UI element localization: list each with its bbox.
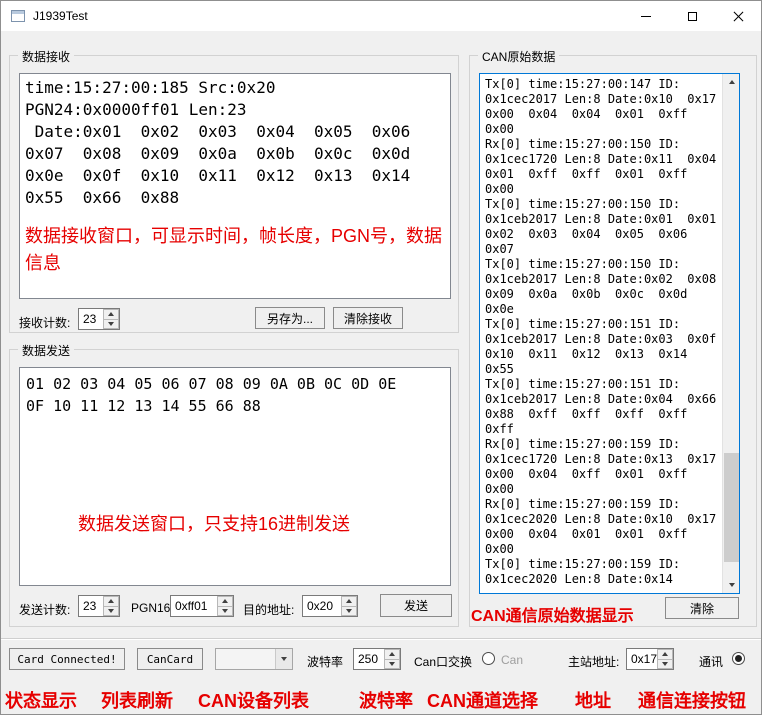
minimize-button[interactable] (623, 1, 669, 31)
annotation-refresh: 列表刷新 (101, 691, 173, 711)
save-as-button[interactable]: 另存为... (255, 307, 325, 329)
window-title: J1939Test (33, 9, 88, 23)
master-address-spinner[interactable]: 0x17 (626, 648, 674, 670)
card-status-button[interactable]: Card Connected! (9, 648, 125, 670)
receive-group: 数据接收 time:15:27:00:185 Src:0x20 PGN24:0x… (9, 48, 459, 333)
spin-down-icon[interactable] (657, 659, 673, 669)
raw-data-display[interactable]: Tx[0] time:15:27:00:147 ID: 0x1cec2017 L… (479, 73, 740, 594)
raw-scrollbar[interactable] (722, 74, 739, 593)
maximize-icon (687, 11, 697, 21)
raw-group-title: CAN原始数据 (478, 48, 560, 65)
send-annotation: 数据发送窗口，只支持16进制发送 (78, 514, 351, 534)
send-text: 01 02 03 04 05 06 07 08 09 0A 0B 0C 0D 0… (26, 375, 397, 415)
close-icon (733, 11, 744, 22)
send-group-title: 数据发送 (18, 342, 75, 359)
comm-connect-radio[interactable] (732, 652, 745, 665)
spin-up-icon[interactable] (103, 309, 119, 320)
can-channel-radio[interactable] (482, 652, 495, 665)
can-option-label: Can (501, 653, 524, 667)
annotation-device-list: CAN设备列表 (198, 691, 309, 711)
dest-address-label: 目的地址: (243, 603, 295, 617)
receive-group-title: 数据接收 (18, 48, 75, 65)
pgn-value: 0xff01 (175, 599, 208, 613)
spin-up-icon[interactable] (384, 649, 400, 660)
window-controls (623, 1, 761, 31)
receive-count-value: 23 (83, 312, 97, 326)
scrollbar-thumb[interactable] (724, 452, 739, 562)
dest-address-value: 0x20 (307, 599, 334, 613)
scroll-down-icon[interactable] (723, 577, 739, 593)
can-channel-label: Can口交换 (414, 655, 473, 669)
maximize-button[interactable] (669, 1, 715, 31)
annotation-status: 状态显示 (5, 691, 77, 711)
pgn-label: PGN16 (131, 601, 171, 615)
spin-up-icon[interactable] (657, 649, 673, 660)
clear-raw-button[interactable]: 清除 (665, 597, 739, 619)
can-device-value (216, 649, 275, 669)
pgn-spinner[interactable]: 0xff01 (170, 595, 234, 617)
spin-up-icon[interactable] (217, 596, 233, 607)
send-button[interactable]: 发送 (380, 594, 452, 617)
raw-annotation: CAN通信原始数据显示 (471, 608, 634, 625)
receive-text: time:15:27:00:185 Src:0x20 PGN24:0x0000f… (25, 78, 411, 207)
spin-down-icon[interactable] (341, 606, 357, 616)
send-count-spinner[interactable]: 23 (78, 595, 120, 617)
send-group: 数据发送 01 02 03 04 05 06 07 08 09 0A 0B 0C… (9, 342, 459, 627)
close-button[interactable] (715, 1, 761, 31)
dest-address-spinner[interactable]: 0x20 (302, 595, 358, 617)
spin-down-icon[interactable] (103, 606, 119, 616)
spin-up-icon[interactable] (341, 596, 357, 607)
send-input-area[interactable]: 01 02 03 04 05 06 07 08 09 0A 0B 0C 0D 0… (19, 367, 451, 586)
chevron-down-icon (275, 649, 292, 669)
receive-annotation: 数据接收窗口，可显示时间，帧长度，PGN号，数据信息 (25, 226, 443, 273)
scroll-up-icon[interactable] (723, 74, 739, 90)
annotation-baud: 波特率 (359, 691, 413, 711)
baud-rate-value: 250 (358, 652, 379, 666)
annotation-connect: 通信连接按钮 (638, 691, 746, 711)
baud-rate-spinner[interactable]: 250 (353, 648, 401, 670)
send-count-value: 23 (83, 599, 97, 613)
annotation-address: 地址 (575, 691, 611, 711)
comm-label: 通讯 (699, 655, 724, 669)
raw-data-text: Tx[0] time:15:27:00:147 ID: 0x1cec2017 L… (485, 77, 717, 586)
master-address-value: 0x17 (631, 652, 657, 666)
receive-display[interactable]: time:15:27:00:185 Src:0x20 PGN24:0x0000f… (19, 73, 451, 299)
spin-up-icon[interactable] (103, 596, 119, 607)
bottom-divider (1, 638, 761, 640)
spin-down-icon[interactable] (384, 659, 400, 669)
spin-down-icon[interactable] (217, 606, 233, 616)
clear-receive-button[interactable]: 清除接收 (333, 307, 403, 329)
receive-count-label: 接收计数: (19, 316, 71, 330)
baud-rate-label: 波特率 (307, 655, 344, 669)
minimize-icon (641, 15, 651, 17)
receive-count-spinner[interactable]: 23 (78, 308, 120, 330)
master-address-label: 主站地址: (568, 655, 620, 669)
send-count-label: 发送计数: (19, 603, 71, 617)
annotation-channel: CAN通道选择 (427, 691, 538, 711)
app-window: J1939Test 数据接收 time:15:27:00:185 Src:0x2… (0, 0, 762, 715)
refresh-list-button[interactable]: CanCard (137, 648, 203, 670)
app-icon (11, 10, 25, 22)
can-device-dropdown[interactable] (215, 648, 293, 670)
spin-down-icon[interactable] (103, 319, 119, 329)
raw-data-group: CAN原始数据 Tx[0] time:15:27:00:147 ID: 0x1c… (469, 48, 757, 627)
titlebar: J1939Test (1, 1, 761, 31)
